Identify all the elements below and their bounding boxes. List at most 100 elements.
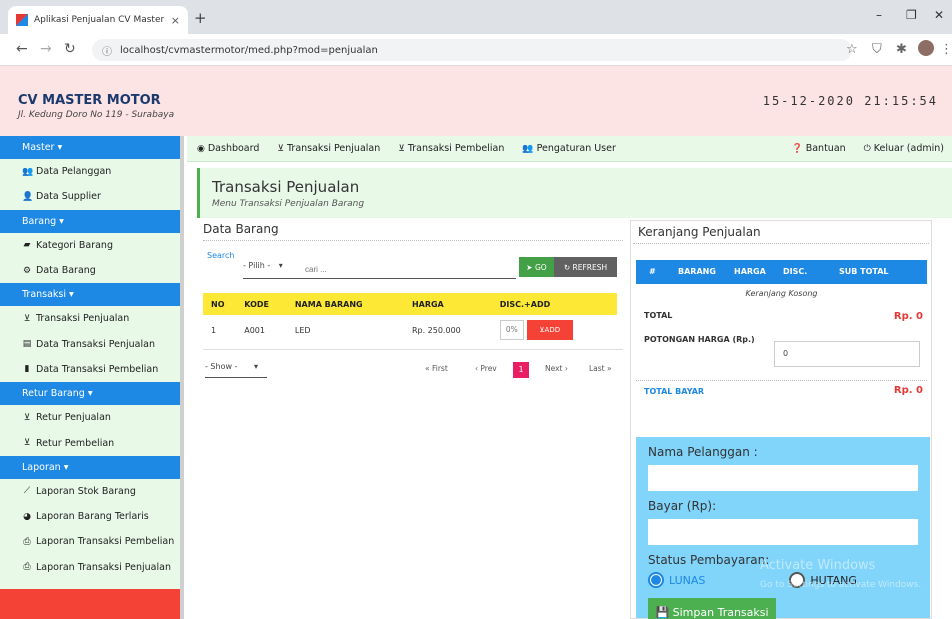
sidebar-item-trans-penjualan[interactable]: ⊻ Transaksi Penjualan	[0, 306, 180, 331]
sidebar-head-transaksi[interactable]: Transaksi ▾	[0, 283, 180, 307]
total-value: Rp. 0	[893, 311, 923, 322]
nama-pelanggan-input[interactable]	[648, 465, 918, 491]
send-icon: ➤	[526, 262, 533, 272]
sidebar-head-barang[interactable]: Barang ▾	[0, 209, 180, 233]
table-row: 1 A001 LED Rp. 250.000 0% ⊻ADD	[203, 315, 617, 345]
users-icon: 👥	[522, 143, 534, 154]
filter-select[interactable]: - Pilih - ▾	[243, 261, 301, 279]
search-row: Search - Pilih - ▾ ➤ GO ↻ REFRESH	[203, 247, 623, 287]
sidebar-item-kategori[interactable]: ▰ Kategori Barang	[0, 233, 180, 258]
menu-dots-icon[interactable]: ⋮	[940, 42, 952, 57]
potongan-input[interactable]: 0	[774, 341, 920, 367]
sidebar-item-label: Transaksi Penjualan	[36, 313, 130, 325]
profile-avatar[interactable]	[918, 40, 934, 56]
extensions-puzzle-icon[interactable]: ✱	[896, 42, 907, 57]
app-header: CV MASTER MOTOR Jl. Kedung Doro No 119 -…	[0, 66, 952, 136]
top-nav: ◉ Dashboard ⊻ Transaksi Penjualan ⊻ Transak…	[187, 136, 952, 162]
show-select-value: - Show -	[205, 362, 238, 371]
nama-pelanggan-label: Nama Pelanggan :	[648, 445, 758, 459]
sidebar-item-retur-pembelian[interactable]: ⊻ Retur Pembelian	[0, 430, 180, 455]
sidebar-item-data-trans-pembelian[interactable]: ▮ Data Transaksi Pembelian	[0, 357, 180, 382]
tab-title: Aplikasi Penjualan CV Master Mo	[34, 15, 167, 25]
back-icon[interactable]: ←	[16, 41, 28, 57]
radio-lunas[interactable]	[648, 572, 664, 588]
cart-table-header: # BARANG HARGA DISC. SUB TOTAL	[636, 260, 927, 284]
cell-disc: 0% ⊻ADD	[492, 315, 617, 345]
sidebar-head-master[interactable]: Master ▾	[0, 136, 180, 159]
cart-col-barang: BARANG	[678, 267, 716, 276]
reload-icon[interactable]: ↻	[64, 41, 76, 57]
sidebar-item-label: Data Transaksi Penjualan	[36, 338, 155, 350]
users-icon: 👥	[22, 166, 34, 177]
add-label: ADD	[544, 326, 561, 334]
page-header: Transaksi Penjualan Menu Transaksi Penju…	[197, 168, 952, 218]
nav-bantuan[interactable]: ❓ Bantuan	[792, 143, 846, 154]
restore-button[interactable]: ❐	[906, 8, 917, 22]
potongan-label: POTONGAN HARGA (Rp.)	[644, 335, 755, 344]
go-button[interactable]: ➤ GO	[519, 257, 554, 277]
cart-col-hash: #	[649, 267, 656, 276]
search-label: Search	[207, 251, 235, 260]
save-transaction-button[interactable]: 💾 Simpan Transaksi	[648, 598, 776, 619]
url-field[interactable]: ⓘ localhost/cvmastermotor/med.php?mod=pe…	[92, 39, 852, 61]
company-address: Jl. Kedung Doro No 119 - Surabaya	[18, 110, 175, 120]
nav-keluar[interactable]: ⏻ Keluar (admin)	[864, 143, 944, 154]
sidebar-item-pelanggan[interactable]: 👥 Data Pelanggan	[0, 159, 180, 184]
close-window-button[interactable]: ✕	[934, 8, 944, 22]
radio-hutang[interactable]	[789, 572, 806, 588]
sidebar-item-data-trans-penjualan[interactable]: ▤ Data Transaksi Penjualan	[0, 331, 180, 356]
discount-input[interactable]: 0%	[499, 320, 524, 340]
extension-shield-icon[interactable]: ⛉	[872, 42, 882, 57]
nav-label: Pengaturan User	[536, 143, 616, 154]
save-icon: 💾	[655, 605, 670, 619]
star-icon[interactable]: ☆	[846, 42, 858, 57]
nav-label: Bantuan	[805, 143, 846, 154]
sidebar-item-lap-terlaris[interactable]: ◕ Laporan Barang Terlaris	[0, 504, 180, 529]
show-select[interactable]: - Show - ▾	[205, 362, 267, 378]
page-prev[interactable]: ‹ Prev	[475, 364, 497, 373]
nav-transaksi-pembelian[interactable]: ⊻ Transaksi Pembelian	[398, 143, 504, 154]
sidebar-item-supplier[interactable]: 👤 Data Supplier	[0, 184, 180, 209]
info-icon: ⓘ	[102, 46, 112, 58]
divider	[636, 380, 927, 381]
nav-label: Transaksi Penjualan	[287, 143, 381, 154]
browser-tab[interactable]: Aplikasi Penjualan CV Master Mo ×	[8, 6, 188, 34]
forward-icon[interactable]: →	[40, 41, 52, 57]
cell-kode: A001	[244, 325, 265, 335]
power-icon: ⏻	[863, 143, 871, 154]
sidebar-item-retur-penjualan[interactable]: ⊻ Retur Penjualan	[0, 405, 180, 430]
sidebar: Master ▾ 👥 Data Pelanggan 👤 Data Supplier …	[0, 136, 184, 619]
col-nama: NAMA BARANG	[286, 293, 404, 315]
cart-col-subtotal: SUB TOTAL	[839, 267, 889, 276]
bayar-label: Bayar (Rp):	[648, 499, 717, 513]
minimize-button[interactable]: –	[876, 8, 882, 22]
add-to-cart-button[interactable]: ⊻ADD	[526, 320, 573, 340]
cell-no: 1	[211, 325, 217, 335]
col-disc: DISC.+ADD	[491, 293, 617, 315]
page-current[interactable]: 1	[513, 362, 529, 378]
table-header-row: NO KODE NAMA BARANG HARGA DISC.+ADD	[203, 293, 617, 315]
total-bayar-label: TOTAL BAYAR	[644, 387, 705, 396]
page-first[interactable]: « First	[425, 364, 448, 373]
nav-transaksi-penjualan[interactable]: ⊻ Transaksi Penjualan	[277, 143, 380, 154]
page-next[interactable]: Next ›	[545, 364, 568, 373]
page-last[interactable]: Last »	[589, 364, 612, 373]
sidebar-item-lap-stok[interactable]: ⟋ Laporan Stok Barang	[0, 479, 180, 504]
refresh-button[interactable]: ↻ REFRESH	[554, 257, 617, 277]
sidebar-item-label: Data Barang	[36, 265, 96, 277]
favicon-icon	[16, 14, 28, 26]
sidebar-item-data-barang[interactable]: ⚙ Data Barang	[0, 258, 180, 283]
nav-pengaturan-user[interactable]: 👥 Pengaturan User	[522, 143, 616, 154]
cart-empty-text: Keranjang Kosong	[745, 289, 818, 298]
sidebar-item-lap-pembelian[interactable]: ⎙ Laporan Transaksi Pembelian	[0, 529, 180, 554]
col-kode: KODE	[236, 293, 287, 315]
bayar-input[interactable]	[648, 519, 918, 545]
tab-close-icon[interactable]: ×	[171, 14, 180, 27]
nav-dashboard[interactable]: ◉ Dashboard	[197, 143, 259, 154]
sidebar-item-lap-penjualan[interactable]: ⎙ Laporan Transaksi Penjualan	[0, 555, 180, 580]
sidebar-head-retur[interactable]: Retur Barang ▾	[0, 382, 180, 406]
sidebar-head-laporan[interactable]: Laporan ▾	[0, 455, 180, 479]
save-label: Simpan Transaksi	[672, 605, 769, 619]
search-input[interactable]	[301, 261, 516, 279]
new-tab-button[interactable]: +	[194, 9, 207, 27]
